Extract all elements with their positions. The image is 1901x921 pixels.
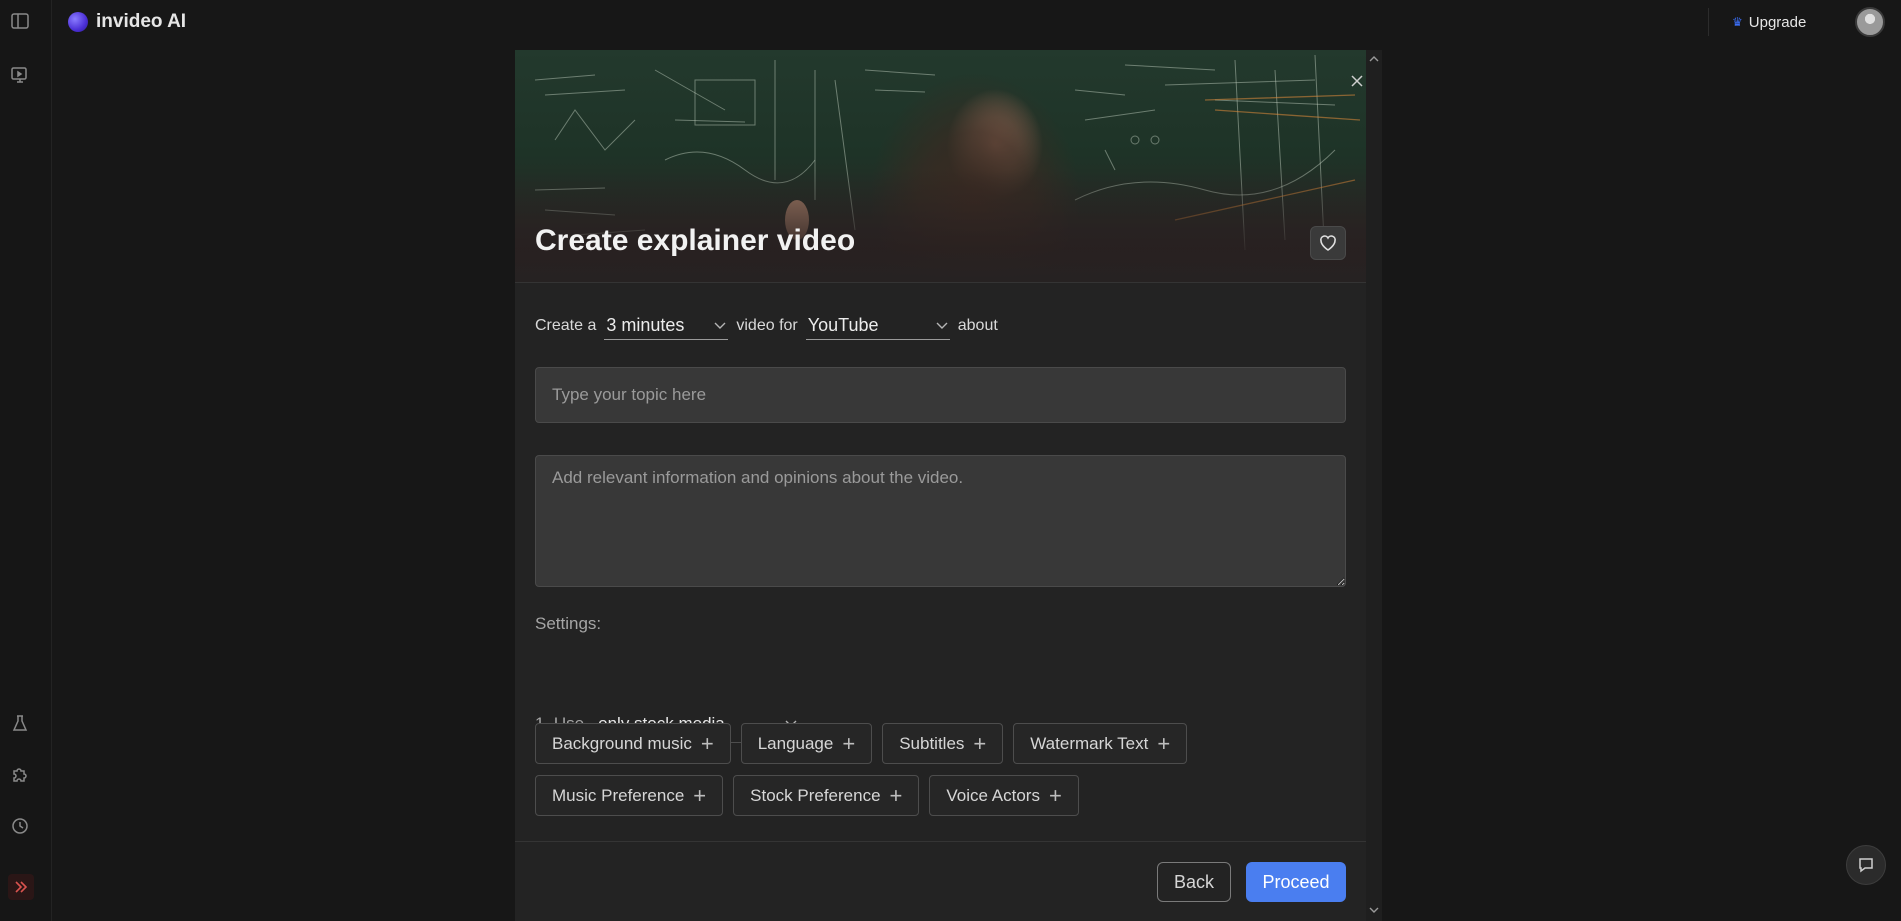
voice-actors-chip[interactable]: Voice Actors +: [929, 775, 1079, 816]
plus-icon: +: [1157, 730, 1171, 756]
stock-preference-chip[interactable]: Stock Preference +: [733, 775, 920, 816]
header-separator: [515, 282, 1366, 283]
plus-icon: +: [693, 782, 707, 808]
upgrade-button[interactable]: ♛ Upgrade: [1732, 12, 1806, 32]
app-brand[interactable]: invideo AI: [68, 10, 186, 34]
chip-label: Subtitles: [899, 733, 965, 753]
video-sentence: Create a 3 minutes video for YouTube abo…: [535, 311, 998, 341]
chip-label: Music Preference: [552, 785, 685, 805]
settings-chips-row-2: Music Preference + Stock Preference + Voic…: [535, 775, 1355, 816]
crown-icon: ♛: [1732, 15, 1743, 29]
chip-label: Stock Preference: [750, 785, 881, 805]
chip-label: Voice Actors: [946, 785, 1040, 805]
sidebar-toggle-icon[interactable]: [9, 10, 31, 32]
plus-icon: +: [889, 782, 903, 808]
app-logo-icon: [68, 12, 88, 32]
sentence-prefix: Create a: [535, 317, 597, 334]
platform-value: YouTube: [807, 315, 879, 335]
back-button[interactable]: Back: [1157, 862, 1231, 902]
header-divider: [1708, 8, 1709, 36]
proceed-button[interactable]: Proceed: [1246, 862, 1346, 902]
settings-label: Settings:: [535, 614, 602, 633]
details-textarea[interactable]: [535, 455, 1346, 587]
chevron-down-icon: [714, 322, 726, 330]
chevron-down-icon: [936, 322, 948, 330]
chat-button[interactable]: [1846, 845, 1886, 885]
duration-value: 3 minutes: [606, 315, 685, 335]
scroll-down-icon[interactable]: [1368, 904, 1380, 916]
topic-input[interactable]: [535, 367, 1346, 423]
chip-label: Watermark Text: [1030, 733, 1149, 753]
plus-icon: +: [842, 730, 856, 756]
music-preference-chip[interactable]: Music Preference +: [535, 775, 724, 816]
projects-icon[interactable]: [9, 64, 31, 86]
chip-label: Language: [757, 733, 834, 753]
heart-icon: [1320, 235, 1336, 251]
chip-label: Background music: [552, 733, 692, 753]
puzzle-icon[interactable]: [9, 763, 31, 785]
plus-icon: +: [1048, 782, 1062, 808]
duration-select[interactable]: 3 minutes: [604, 312, 729, 340]
scroll-up-icon[interactable]: [1368, 52, 1380, 64]
avatar[interactable]: [1855, 7, 1885, 37]
create-video-modal: Create explainer video Create a 3 minute…: [515, 50, 1366, 921]
footer-separator: [515, 841, 1366, 842]
sentence-middle: video for: [736, 317, 798, 334]
app-name: invideo AI: [96, 11, 187, 32]
double-chevron-right-icon[interactable]: [8, 874, 34, 900]
chat-icon: [1859, 858, 1873, 873]
modal-title: Create explainer video: [535, 224, 856, 257]
subtitles-chip[interactable]: Subtitles +: [882, 723, 1004, 764]
platform-select[interactable]: YouTube: [805, 312, 950, 340]
left-rail: [0, 0, 52, 921]
settings-chips-row-1: Background music + Language + Subtitles + W…: [535, 723, 1355, 764]
watermark-text-chip[interactable]: Watermark Text +: [1013, 723, 1188, 764]
sentence-suffix: about: [957, 317, 998, 334]
background-music-chip[interactable]: Background music +: [535, 723, 731, 764]
favorite-button[interactable]: [1310, 226, 1346, 260]
close-icon[interactable]: [1348, 72, 1366, 90]
language-chip[interactable]: Language +: [740, 723, 873, 764]
flask-icon[interactable]: [9, 712, 31, 734]
upgrade-label: Upgrade: [1748, 13, 1807, 31]
plus-icon: +: [700, 730, 714, 756]
modal-scrollbar[interactable]: [1366, 50, 1382, 921]
history-icon[interactable]: [9, 815, 31, 837]
plus-icon: +: [973, 730, 987, 756]
